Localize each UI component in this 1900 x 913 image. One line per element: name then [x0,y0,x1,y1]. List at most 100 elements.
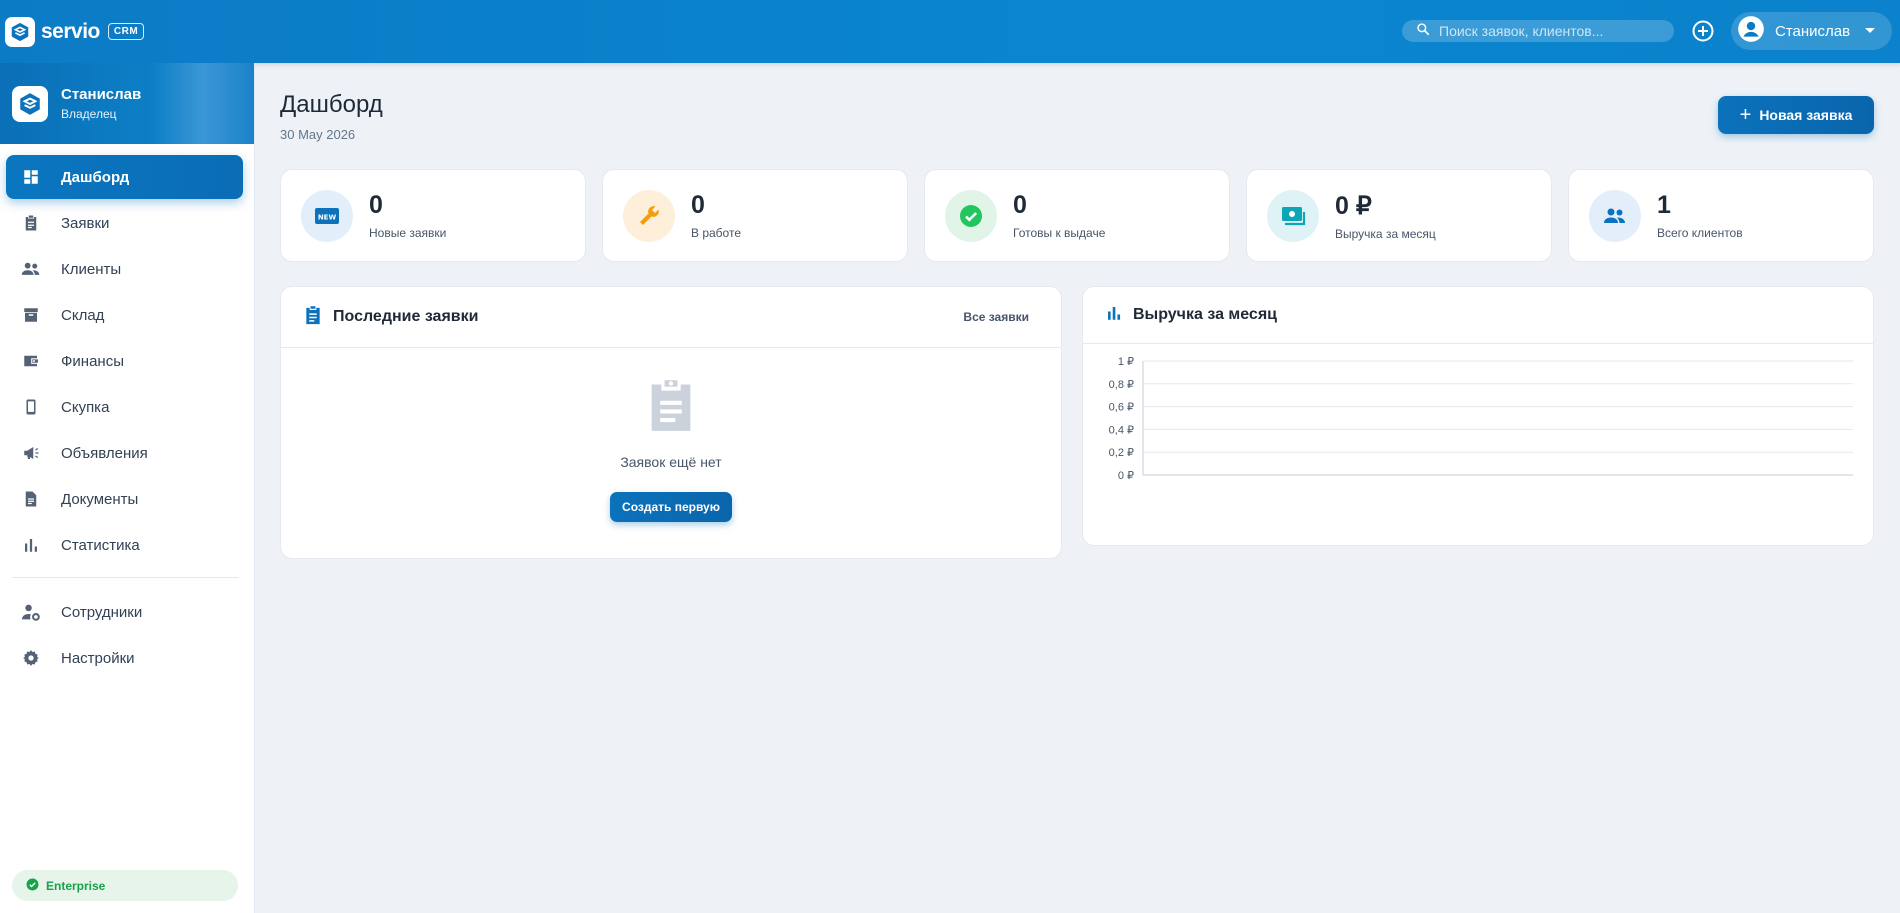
sidebar-item-label: Дашборд [61,168,130,186]
sidebar-item-buyback[interactable]: Скупка [6,385,243,429]
sidebar-profile: Станислав Владелец [0,63,254,144]
new-badge-icon: NEW [301,189,353,242]
sidebar-item-statistics[interactable]: Статистика [6,523,243,567]
page-title: Дашборд [280,91,383,118]
gear-icon [21,648,41,668]
recent-orders-header: Последние заявки Все заявки [281,287,1061,348]
y-tick-label: 0,8 ₽ [1109,379,1134,391]
stat-card-new-orders[interactable]: NEW 0 Новые заявки [280,169,586,262]
sidebar-item-label: Скупка [61,398,110,416]
y-tick-label: 0,2 ₽ [1109,447,1134,459]
stat-card-ready[interactable]: 0 Готовы к выдаче [924,169,1230,262]
svg-text:NEW: NEW [318,213,337,221]
sidebar-item-label: Статистика [61,536,140,554]
stat-card-total-clients[interactable]: 1 Всего клиентов [1568,169,1874,262]
page-date: 30 May 2026 [280,127,356,142]
logo-icon [5,16,35,47]
empty-state: Заявок ещё нет Создать первую [281,348,1061,522]
profile-role: Владелец [61,107,117,121]
megaphone-icon [21,443,41,463]
y-tick-label: 1 ₽ [1118,356,1134,368]
sidebar-item-label: Финансы [61,352,124,370]
bar-chart-icon [1105,304,1123,327]
sidebar-item-warehouse[interactable]: Склад [6,293,243,337]
y-tick-label: 0 ₽ [1118,470,1134,482]
y-tick-label: 0,4 ₽ [1109,424,1134,436]
check-circle-icon [26,878,39,894]
clipboard-icon [21,213,41,233]
dashboard-icon [21,167,41,187]
sidebar-item-label: Склад [61,306,105,324]
revenue-chart: 0 ₽ 0,2 ₽ 0,4 ₽ 0,6 ₽ 0,8 ₽ 1 ₽ [1109,356,1853,482]
sidebar-item-label: Сотрудники [61,603,143,621]
logo-badge: CRM [107,23,145,40]
recent-orders-title: Последние заявки [333,308,479,325]
search-box[interactable] [1402,20,1674,42]
bar-chart-icon [21,535,41,555]
search-icon [1416,22,1430,41]
sidebar: Станислав Владелец Дашборд Заявки Клиент… [0,63,255,913]
plan-badge: Enterprise [12,870,238,901]
y-tick-label: 0,6 ₽ [1109,402,1134,414]
recent-orders-card: Последние заявки Все заявки Заявок ещё н… [280,286,1062,559]
sidebar-item-settings[interactable]: Настройки [6,636,243,680]
logo[interactable]: servio CRM [5,16,145,47]
people-icon [21,259,41,279]
stat-value: 0 ₽ [1335,191,1372,220]
clipboard-icon [303,304,323,331]
sidebar-nav: Дашборд Заявки Клиенты Склад Финансы Ску… [0,144,254,680]
sidebar-item-ads[interactable]: Объявления [6,431,243,475]
create-first-button[interactable]: Создать первую [610,492,732,522]
sidebar-item-dashboard[interactable]: Дашборд [6,155,243,199]
check-circle-icon [945,189,997,242]
sidebar-divider [12,577,239,578]
revenue-header: Выручка за месяц [1083,287,1873,344]
wrench-icon [623,189,675,242]
sidebar-item-employees[interactable]: Сотрудники [6,590,243,634]
stat-value: 0 [691,191,705,219]
sidebar-item-label: Объявления [61,444,148,462]
stat-card-revenue[interactable]: 0 ₽ Выручка за месяц [1246,169,1552,262]
top-bar: servio CRM Станислав [0,0,1900,63]
stat-card-in-progress[interactable]: 0 В работе [602,169,908,262]
stat-label: Выручка за месяц [1335,226,1436,241]
new-order-button-label: Новая заявка [1759,107,1853,123]
revenue-card: Выручка за месяц 0 ₽ 0,2 ₽ 0,4 ₽ 0,6 ₽ 0,8 ₽… [1082,286,1874,546]
wallet-icon [21,351,41,371]
stat-label: Готовы к выдаче [1013,226,1106,240]
sidebar-item-label: Заявки [61,214,110,232]
user-gear-icon [21,602,41,622]
user-menu-button[interactable]: Станислав [1731,12,1892,50]
revenue-title: Выручка за месяц [1133,306,1277,323]
sidebar-item-label: Настройки [61,649,135,667]
stat-value: 0 [369,191,383,219]
new-order-button[interactable]: + Новая заявка [1718,96,1874,134]
search-input[interactable] [1439,23,1659,39]
account-icon [1737,15,1765,48]
all-orders-link[interactable]: Все заявки [963,310,1029,324]
phone-icon [21,397,41,417]
plan-label: Enterprise [46,878,106,893]
chevron-down-icon [1864,22,1876,40]
sidebar-item-orders[interactable]: Заявки [6,201,243,245]
people-icon [1589,189,1641,242]
sidebar-item-label: Клиенты [61,260,122,278]
stat-label: Новые заявки [369,226,447,240]
profile-name: Станислав [61,86,142,103]
document-icon [21,489,41,509]
stat-label: Всего клиентов [1657,226,1743,240]
sidebar-item-finance[interactable]: Финансы [6,339,243,383]
sidebar-item-label: Документы [61,490,139,508]
archive-icon [21,305,41,325]
plus-icon: + [1739,104,1752,126]
avatar [12,85,48,122]
stat-value: 1 [1657,191,1671,219]
add-icon[interactable] [1691,19,1715,43]
sidebar-item-clients[interactable]: Клиенты [6,247,243,291]
sidebar-item-documents[interactable]: Документы [6,477,243,521]
stat-label: В работе [691,226,742,240]
stat-value: 0 [1013,191,1027,219]
clipboard-icon [645,380,697,437]
cash-icon [1267,189,1319,242]
user-name: Станислав [1775,22,1851,40]
